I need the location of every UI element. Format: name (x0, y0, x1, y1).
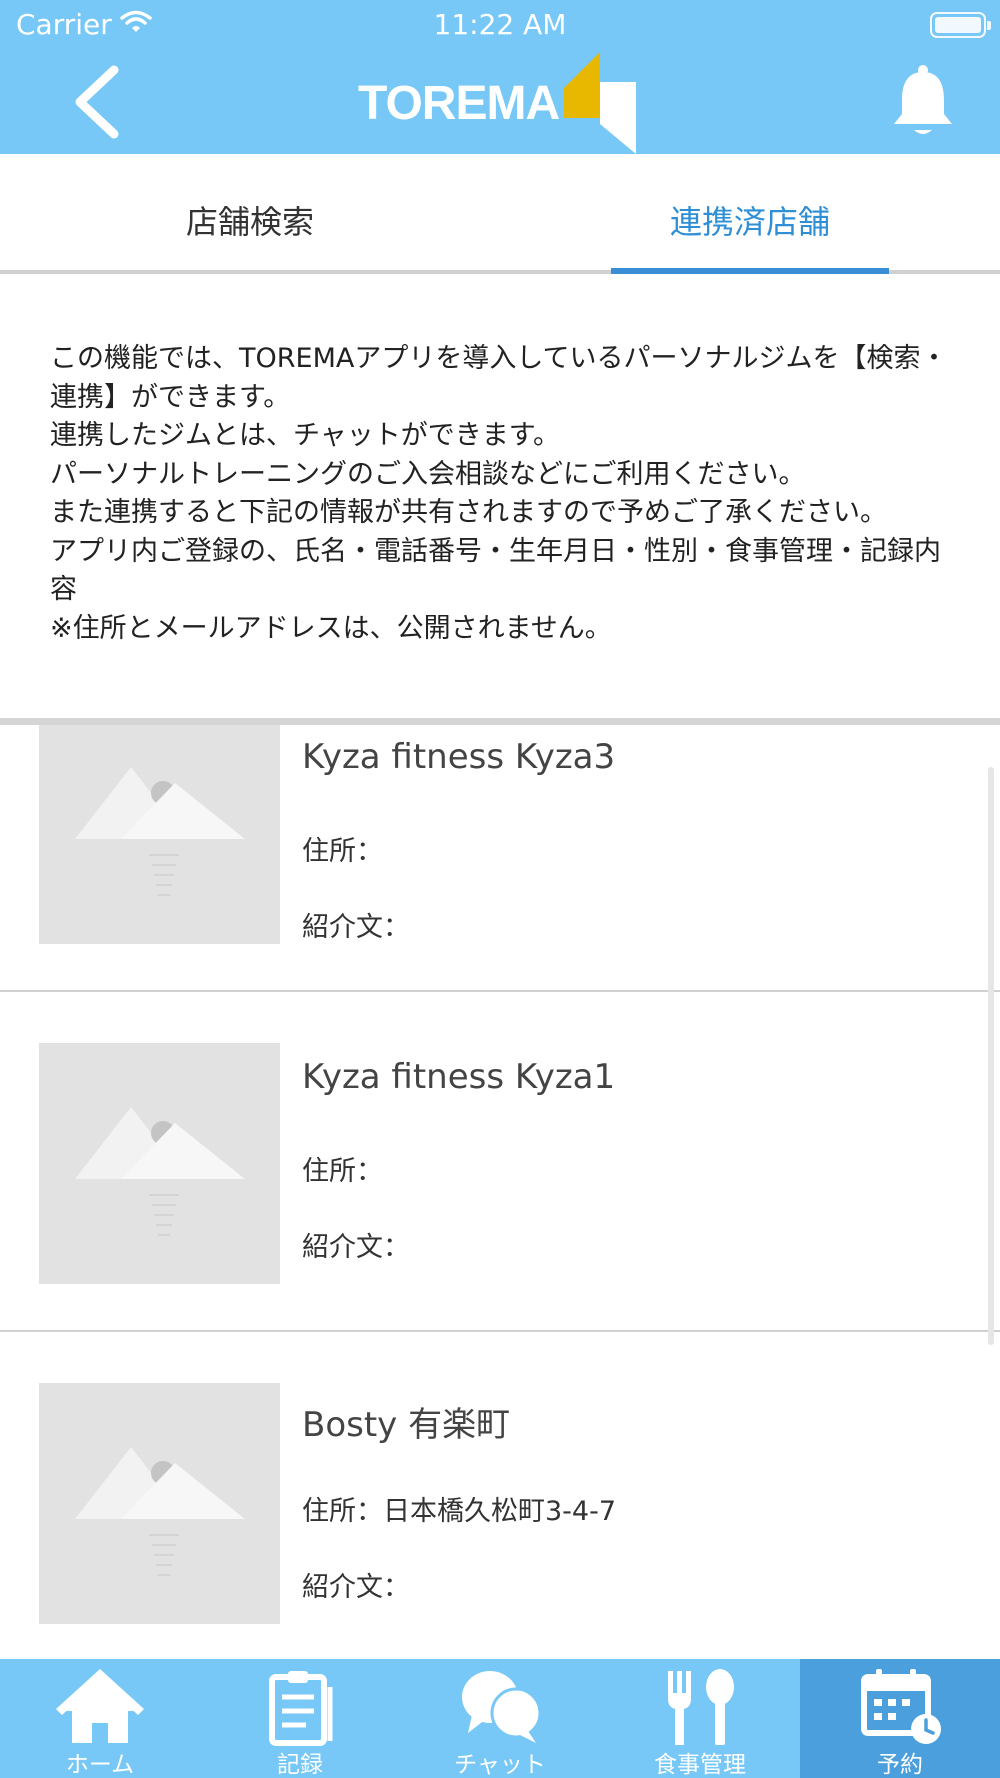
nav-meal-label: 食事管理 (654, 1752, 746, 1778)
nav-reservation[interactable]: 予約 (800, 1659, 1000, 1778)
row-separator (0, 990, 1000, 992)
nav-record[interactable]: 記録 (200, 1659, 400, 1778)
home-icon (56, 1669, 144, 1743)
gym-image-placeholder (39, 1383, 280, 1624)
notification-button[interactable] (890, 62, 956, 142)
gym-introduction: 紹介文： (302, 1572, 410, 1603)
gym-address: 住所： (302, 1156, 383, 1187)
gym-list-item[interactable]: Kyza fitness Kyza1 住所： 紹介文： (0, 1043, 1000, 1383)
tab-linked-stores[interactable]: 連携済店舗 (500, 154, 1000, 270)
clipboard-icon (269, 1671, 333, 1746)
feature-description: この機能では、TOREMAアプリを導入しているパーソナルジムを【検索・連携】がで… (50, 343, 948, 644)
gym-introduction: 紹介文： (302, 912, 410, 943)
fork-spoon-icon (668, 1669, 734, 1745)
logo-text: TOREMA (358, 77, 560, 130)
row-separator (0, 1330, 1000, 1332)
battery-icon (930, 12, 991, 38)
gym-name: Bosty 有楽町 (302, 1405, 511, 1445)
gym-introduction: 紹介文： (302, 1232, 410, 1263)
nav-home[interactable]: ホーム (0, 1659, 200, 1778)
chevron-left-icon (75, 65, 119, 139)
nav-reservation-label: 予約 (877, 1752, 923, 1778)
logo-mark-icon (564, 52, 636, 154)
nav-chat[interactable]: チャット (400, 1659, 600, 1778)
section-divider (0, 718, 1000, 725)
active-tab-indicator (611, 268, 889, 274)
top-bar: Carrier 11:22 AM TOREMA (0, 0, 1000, 154)
gym-image-placeholder (39, 725, 280, 944)
nav-chat-label: チャット (454, 1752, 546, 1778)
gym-list-item[interactable]: Kyza fitness Kyza3 住所： 紹介文： (0, 725, 1000, 1043)
calendar-clock-icon (861, 1669, 941, 1744)
bottom-navigation: ホーム 記録 チャット 食事管理 予約 (0, 1659, 1000, 1778)
nav-meal[interactable]: 食事管理 (600, 1659, 800, 1778)
chat-bubbles-icon (462, 1671, 542, 1743)
gym-list-item[interactable]: Bosty 有楽町 住所：日本橋久松町3-4-7 紹介文： (0, 1383, 1000, 1659)
image-placeholder-icon (75, 767, 245, 896)
linked-gym-list[interactable]: Kyza fitness Kyza3 住所： 紹介文： Kyza fitness… (0, 725, 1000, 1659)
image-placeholder-icon (75, 1107, 245, 1236)
gym-address: 住所：日本橋久松町3-4-7 (302, 1496, 617, 1527)
status-time: 11:22 AM (433, 8, 567, 41)
gym-name: Kyza fitness Kyza1 (302, 1057, 616, 1097)
list-scrollbar[interactable] (988, 767, 994, 1345)
back-button[interactable] (70, 62, 140, 142)
gym-address: 住所： (302, 836, 383, 867)
tab-bar: 店舗検索 連携済店舗 (0, 154, 1000, 274)
nav-record-label: 記録 (277, 1752, 323, 1778)
nav-home-label: ホーム (65, 1752, 135, 1778)
torema-logo: TOREMA (356, 48, 646, 154)
status-bar: Carrier 11:22 AM (0, 0, 1000, 50)
image-placeholder-icon (75, 1447, 245, 1576)
bell-icon (894, 65, 952, 134)
gym-name: Kyza fitness Kyza3 (302, 737, 616, 777)
tab-store-search[interactable]: 店舗検索 (0, 154, 500, 270)
gym-image-placeholder (39, 1043, 280, 1284)
